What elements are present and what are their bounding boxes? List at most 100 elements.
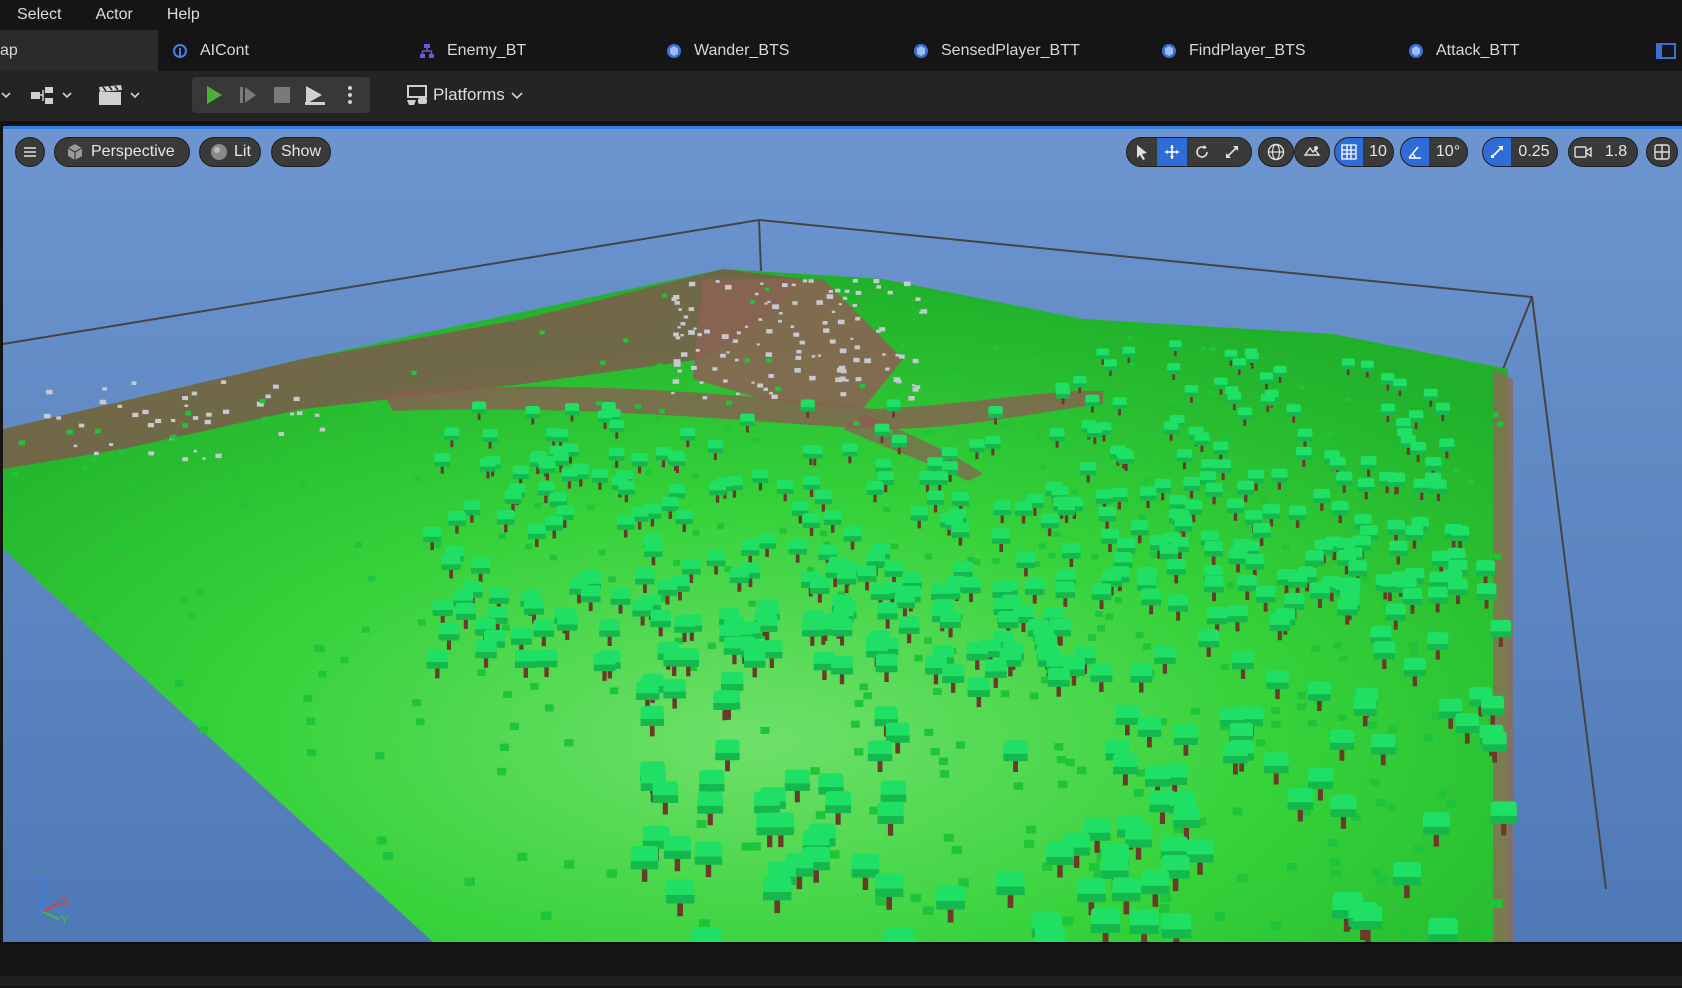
- tree: [884, 927, 915, 942]
- rock: [852, 279, 858, 283]
- level-viewport[interactable]: Perspective Lit Show 10 10° 0.25 1.8 Z X…: [3, 126, 1682, 942]
- bush: [928, 429, 935, 435]
- rock: [864, 358, 872, 364]
- scale-snap-toggle[interactable]: [1483, 138, 1511, 166]
- surface-snap-button[interactable]: [1294, 137, 1330, 167]
- rock: [844, 289, 850, 293]
- play-button[interactable]: [200, 81, 228, 109]
- bush: [1297, 703, 1306, 711]
- toolbar-overflow-button[interactable]: [0, 83, 12, 107]
- rock: [811, 355, 816, 358]
- rock: [779, 312, 783, 315]
- menu-actor[interactable]: Actor: [78, 0, 149, 30]
- cinematics-button[interactable]: [96, 81, 146, 109]
- tab-attack-btt[interactable]: Attack_BTT: [1408, 30, 1520, 71]
- ai-controller-icon: [173, 43, 187, 58]
- dock-panel-button[interactable]: [1656, 30, 1676, 71]
- select-tool-button[interactable]: [1127, 138, 1157, 166]
- hamburger-icon: [24, 147, 36, 157]
- rock: [78, 423, 85, 428]
- rock: [809, 375, 816, 381]
- scale-snap-value[interactable]: 0.25: [1511, 138, 1557, 166]
- rotate-tool-button[interactable]: [1187, 138, 1217, 166]
- bush: [1311, 645, 1320, 652]
- bush: [563, 860, 575, 869]
- rock: [840, 369, 847, 374]
- bush: [157, 479, 165, 485]
- tab-map[interactable]: ap: [0, 30, 158, 71]
- tab-aicont[interactable]: AICont: [172, 30, 249, 71]
- rock: [671, 391, 675, 395]
- lit-button[interactable]: Lit: [199, 137, 261, 167]
- menu-help[interactable]: Help: [150, 0, 217, 30]
- rock: [319, 427, 326, 432]
- rock: [828, 289, 833, 293]
- rock: [732, 339, 738, 343]
- rock: [680, 352, 688, 357]
- bush: [662, 293, 667, 298]
- tab-label: Enemy_BT: [447, 41, 527, 59]
- rock: [193, 449, 198, 453]
- bush: [367, 575, 376, 582]
- bush: [499, 743, 510, 751]
- rock: [912, 387, 919, 392]
- bush: [1376, 799, 1387, 807]
- rock: [840, 392, 847, 397]
- bush: [1326, 431, 1333, 437]
- bush: [318, 670, 327, 678]
- perspective-button[interactable]: Perspective: [54, 137, 190, 167]
- grid-snap-toggle[interactable]: [1335, 138, 1363, 166]
- eject-button[interactable]: [300, 81, 330, 109]
- bush: [951, 372, 957, 378]
- tab-wander-bts[interactable]: Wander_BTS: [666, 30, 789, 71]
- rock: [796, 349, 802, 354]
- viewport-options-button[interactable]: [15, 137, 45, 167]
- coordinate-system-button[interactable]: [1258, 137, 1294, 167]
- rotation-snap-toggle[interactable]: [1401, 138, 1429, 166]
- tab-sensedplayer-btt[interactable]: SensedPlayer_BTT: [913, 30, 1080, 71]
- platforms-dropdown[interactable]: Platforms: [405, 77, 524, 113]
- translate-tool-button[interactable]: [1157, 138, 1187, 166]
- bush: [726, 400, 732, 406]
- rock: [265, 394, 271, 399]
- rock: [754, 292, 759, 296]
- bush: [1026, 825, 1037, 834]
- viewport-layout-button[interactable]: [1646, 137, 1678, 167]
- rock: [680, 322, 686, 326]
- rotation-snap-value[interactable]: 10°: [1429, 138, 1467, 166]
- rock: [835, 377, 842, 383]
- bush: [170, 434, 177, 440]
- rock: [766, 329, 773, 334]
- rock: [702, 396, 708, 400]
- rock: [802, 279, 808, 283]
- rock: [831, 310, 836, 314]
- grid-snap-control[interactable]: 10: [1334, 137, 1394, 167]
- surface-snap-icon: [1303, 146, 1321, 156]
- rock: [170, 418, 176, 423]
- menu-select[interactable]: Select: [0, 0, 78, 30]
- tab-enemy-bt[interactable]: Enemy_BT: [419, 30, 526, 71]
- rock: [758, 318, 763, 321]
- tab-findplayer-bts[interactable]: FindPlayer_BTS: [1161, 30, 1306, 71]
- bush: [1271, 707, 1280, 715]
- show-button[interactable]: Show: [271, 137, 331, 167]
- camera-speed-control[interactable]: 1.8: [1568, 137, 1638, 167]
- scale-tool-button[interactable]: [1217, 138, 1247, 166]
- bush: [496, 767, 507, 776]
- bush: [415, 718, 425, 726]
- grid-snap-value[interactable]: 10: [1363, 138, 1393, 166]
- add-actor-button[interactable]: [28, 81, 76, 109]
- bush: [1237, 874, 1248, 883]
- rock: [673, 359, 681, 365]
- rotation-snap-control[interactable]: 10°: [1400, 137, 1468, 167]
- bush: [1408, 641, 1418, 648]
- stop-button[interactable]: [268, 81, 296, 109]
- bush: [1222, 434, 1229, 440]
- bush: [187, 612, 196, 619]
- scale-snap-control[interactable]: 0.25: [1482, 137, 1558, 167]
- bush: [923, 906, 934, 916]
- play-options-button[interactable]: [336, 81, 364, 109]
- bush: [854, 700, 864, 708]
- advance-frame-button[interactable]: [234, 81, 262, 109]
- camera-speed-value[interactable]: 1.8: [1597, 138, 1635, 166]
